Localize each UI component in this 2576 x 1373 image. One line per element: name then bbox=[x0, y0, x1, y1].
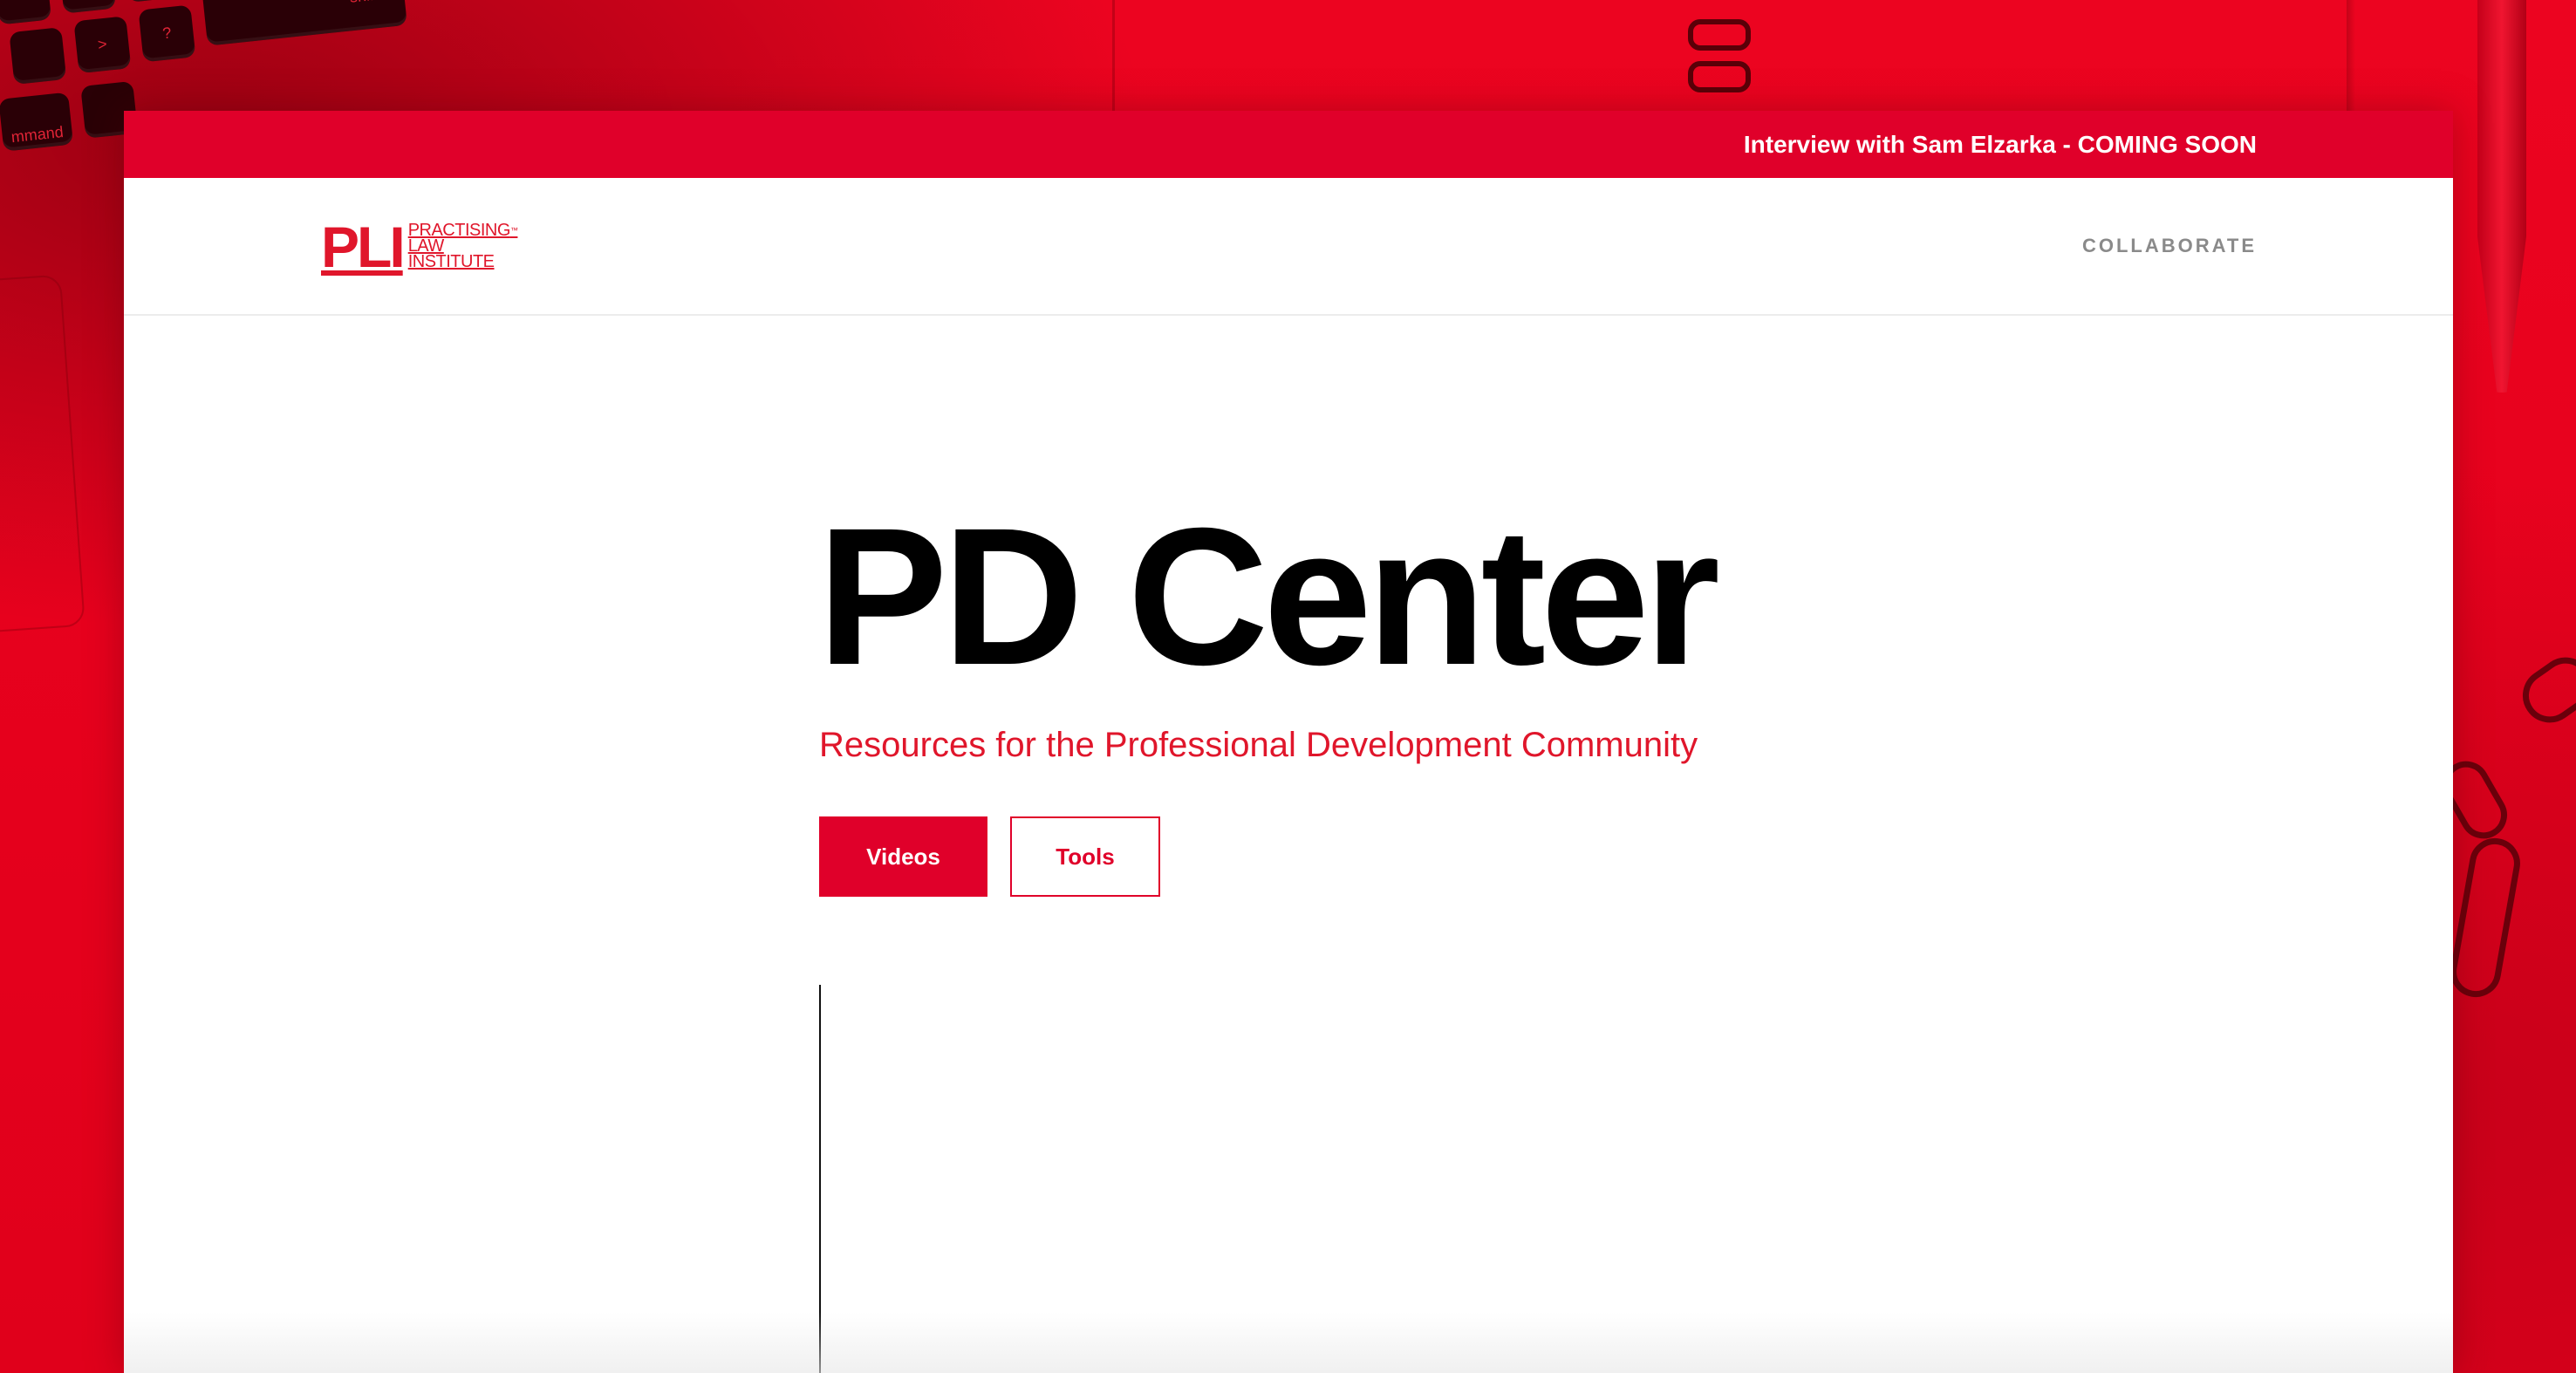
tools-button[interactable]: Tools bbox=[1010, 816, 1160, 897]
videos-button[interactable]: Videos bbox=[819, 816, 987, 897]
notebook-edge bbox=[1112, 0, 1115, 113]
pli-logo[interactable]: PLI PRACTISING™ LAW INSTITUTE bbox=[321, 215, 518, 279]
paperclip-image bbox=[2511, 646, 2576, 734]
keyboard-key-label: mmand bbox=[10, 123, 65, 147]
keyboard-key-label: shift bbox=[349, 0, 379, 6]
pen-image bbox=[2477, 0, 2526, 393]
keyboard-key-label: ? bbox=[161, 24, 173, 43]
nav-collaborate[interactable]: COLLABORATE bbox=[2082, 235, 2257, 257]
keyboard-key: shift bbox=[202, 0, 407, 46]
keyboard-key: > bbox=[73, 16, 132, 74]
notebook-spiral bbox=[1688, 61, 1751, 92]
logo-line-3: INSTITUTE bbox=[407, 252, 495, 271]
trackpad-image bbox=[0, 274, 85, 637]
browser-page: Interview with Sam Elzarka - COMING SOON… bbox=[124, 111, 2453, 1373]
paperclip-image bbox=[2446, 834, 2525, 1001]
trademark-icon: ™ bbox=[509, 226, 518, 235]
bottom-fade bbox=[124, 1312, 2453, 1373]
page-subtitle: Resources for the Professional Developme… bbox=[819, 726, 1698, 764]
page-title: PD Center bbox=[817, 488, 1720, 706]
keyboard-key bbox=[123, 0, 181, 3]
keyboard-key bbox=[9, 27, 67, 85]
announcement-bar: Interview with Sam Elzarka - COMING SOON bbox=[124, 111, 2453, 178]
notebook-spiral bbox=[1688, 19, 1751, 51]
announcement-link[interactable]: Interview with Sam Elzarka - COMING SOON bbox=[1744, 131, 2257, 159]
keyboard-key: mmand bbox=[0, 92, 74, 152]
keyboard-key-label: > bbox=[97, 35, 108, 54]
keyboard-key bbox=[58, 0, 117, 14]
logo-mark: PLI bbox=[321, 215, 406, 279]
logo-wordmark: PRACTISING™ LAW INSTITUTE bbox=[408, 222, 518, 270]
keyboard-key: ? bbox=[138, 4, 196, 63]
site-header: PLI PRACTISING™ LAW INSTITUTE COLLABORAT… bbox=[124, 178, 2453, 316]
keyboard-key bbox=[0, 0, 52, 25]
